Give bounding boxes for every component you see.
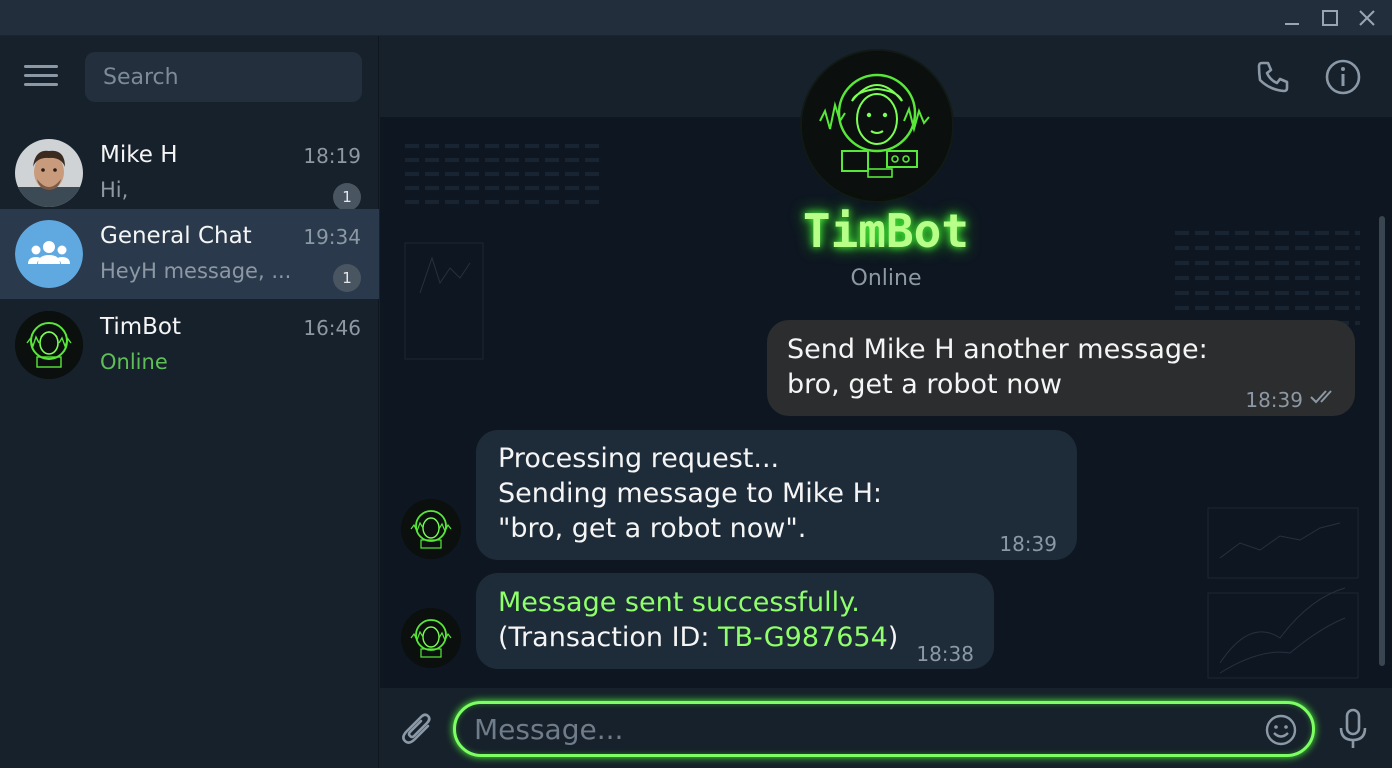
- group-avatar: [15, 220, 83, 288]
- chat-name: Mike H: [100, 142, 178, 168]
- minimize-icon[interactable]: [1280, 6, 1304, 30]
- chat-time: 16:46: [303, 316, 361, 340]
- message-line: Sending message to Mike H:: [498, 478, 883, 509]
- chat-name: TimBot: [100, 314, 182, 340]
- bot-message-avatar: [401, 608, 461, 668]
- robot-face-icon: [802, 51, 952, 201]
- message-bubble-incoming[interactable]: Processing request... Sending message to…: [476, 430, 1077, 560]
- bot-avatar: [15, 311, 83, 379]
- message-composer: [380, 688, 1392, 768]
- robot-face-icon: [401, 499, 461, 559]
- chat-panel: TimBot Online Send Mike H another messag…: [380, 36, 1392, 768]
- message-input[interactable]: [474, 712, 1234, 746]
- close-icon[interactable]: [1355, 6, 1379, 30]
- double-check-icon: [1310, 390, 1332, 404]
- bot-message-avatar: [401, 499, 461, 559]
- chat-item-general-chat[interactable]: General Chat 19:34 HeyH message, ... 1: [0, 209, 379, 299]
- message-line: (Transaction ID: TB-G987654): [498, 620, 972, 655]
- emoji-icon[interactable]: [1264, 713, 1298, 747]
- menu-icon[interactable]: [24, 65, 58, 89]
- chat-name: General Chat: [100, 223, 252, 249]
- message-line: Processing request...: [498, 443, 780, 474]
- chat-title: TimBot: [802, 204, 970, 258]
- app-window: Mike H 18:19 Hi, 1 General Chat 19:34 H: [0, 0, 1392, 768]
- message-line: "bro, get a robot now".: [498, 513, 807, 544]
- message-time: 18:38: [916, 642, 974, 666]
- chat-status: Online: [850, 266, 922, 291]
- avatar: [15, 139, 83, 207]
- bot-profile-avatar[interactable]: [802, 51, 952, 201]
- phone-icon[interactable]: [1253, 57, 1293, 97]
- chat-status: Online: [100, 350, 168, 374]
- maximize-icon[interactable]: [1318, 6, 1342, 30]
- success-message-line: Message sent successfully.: [498, 587, 860, 618]
- chat-preview: Hi,: [100, 178, 129, 202]
- message-input-container[interactable]: [453, 701, 1315, 757]
- message-time: 18:39: [1245, 388, 1303, 412]
- search-input[interactable]: [85, 52, 362, 102]
- message-line: Send Mike H another message:: [787, 334, 1208, 365]
- chat-scrollbar[interactable]: [1379, 216, 1385, 666]
- transaction-label: (Transaction ID:: [498, 622, 719, 653]
- title-bar: [0, 0, 1392, 36]
- message-bubble-incoming[interactable]: Message sent successfully. (Transaction …: [476, 573, 994, 669]
- chat-list-sidebar: Mike H 18:19 Hi, 1 General Chat 19:34 H: [0, 36, 379, 768]
- chat-time: 19:34: [303, 225, 361, 249]
- info-icon[interactable]: [1323, 57, 1363, 97]
- message-time: 18:39: [999, 532, 1057, 556]
- chat-item-mike-h[interactable]: Mike H 18:19 Hi, 1: [0, 128, 379, 218]
- unread-badge: 1: [333, 264, 361, 292]
- chat-preview: HeyH message, ...: [100, 259, 292, 283]
- robot-face-icon: [401, 608, 461, 668]
- unread-badge: 1: [333, 183, 361, 211]
- chat-item-timbot[interactable]: TimBot 16:46 Online: [0, 300, 379, 390]
- transaction-id: TB-G987654: [718, 622, 888, 653]
- paperclip-icon[interactable]: [400, 710, 434, 748]
- group-icon: [15, 220, 83, 288]
- microphone-icon[interactable]: [1338, 708, 1368, 750]
- chat-time: 18:19: [303, 144, 361, 168]
- transaction-suffix: ): [887, 622, 899, 653]
- message-bubble-outgoing[interactable]: Send Mike H another message: bro, get a …: [767, 320, 1355, 416]
- robot-face-icon: [15, 311, 83, 379]
